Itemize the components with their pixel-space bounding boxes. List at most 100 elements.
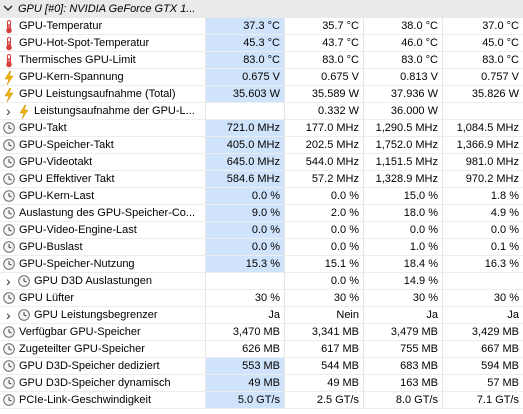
sensor-name-cell[interactable]: GPU-Takt	[0, 120, 206, 136]
clock-icon	[3, 190, 15, 202]
minimum-value-cell: 617 MB	[285, 341, 364, 357]
current-value-cell: 3,470 MB	[206, 324, 285, 340]
average-value-cell: 37.0 °C	[482, 20, 519, 32]
sensor-row[interactable]: GPU-Temperatur 37.3 °C 35.7 °C 38.0 °C 37.0 …	[0, 18, 523, 35]
sensor-row[interactable]: Auslastung des GPU-Speicher-Co... 9.0 % 2.…	[0, 205, 523, 222]
sensor-name-cell[interactable]: Auslastung des GPU-Speicher-Co...	[0, 205, 206, 221]
sensor-name: GPU Effektiver Takt	[19, 173, 115, 185]
sensor-row[interactable]: GPU-Video-Engine-Last 0.0 % 0.0 % 0.0 % 0.0 …	[0, 222, 523, 239]
sensor-name-cell[interactable]: GPU-Kern-Spannung	[0, 69, 206, 85]
sensor-name: GPU D3D-Speicher dynamisch	[19, 377, 171, 389]
chevron-right-icon[interactable]: ›	[6, 307, 11, 323]
chevron-right-icon[interactable]: ›	[6, 273, 11, 289]
sensor-row[interactable]: Verfügbar GPU-Speicher 3,470 MB 3,341 MB 3,…	[0, 324, 523, 341]
average-value-cell	[443, 103, 523, 119]
sensor-name: GPU Leistungsaufnahme (Total)	[19, 88, 176, 100]
maximum-value-cell: 683 MB	[364, 358, 443, 374]
sensor-name-cell[interactable]: › Leistungsaufnahme der GPU-L...	[0, 103, 206, 119]
current-value-cell: 721.0 MHz	[206, 120, 285, 136]
sensor-name-cell[interactable]: › GPU D3D Auslastungen	[0, 273, 206, 289]
current-value-cell: 49 MB	[206, 375, 285, 391]
sensor-name-cell[interactable]: GPU-Buslast	[0, 239, 206, 255]
sensor-row[interactable]: PCIe-Link-Geschwindigkeit 5.0 GT/s 2.5 GT/…	[0, 392, 523, 409]
minimum-value-cell: 57.2 MHz	[285, 171, 364, 187]
sensor-name-cell[interactable]: Verfügbar GPU-Speicher	[0, 324, 206, 340]
sensor-row[interactable]: GPU-Takt 721.0 MHz 177.0 MHz 1,290.5 MHz 1,0…	[0, 120, 523, 137]
sensor-row[interactable]: GPU-Videotakt 645.0 MHz 544.0 MHz 1,151.5 M…	[0, 154, 523, 171]
maximum-value-cell: 755 MB	[364, 341, 443, 357]
average-value-cell	[443, 0, 523, 18]
sensor-row[interactable]: › GPU Leistungsbegrenzer Ja Nein Ja Ja	[0, 307, 523, 324]
sensor-name-cell[interactable]: PCIe-Link-Geschwindigkeit	[0, 392, 206, 408]
maximum-value-cell: 0.813 V	[364, 69, 443, 85]
minimum-value-cell: 0.0 %	[285, 222, 364, 238]
sensor-row[interactable]: GPU D3D-Speicher dynamisch 49 MB 49 MB 163 …	[0, 375, 523, 392]
clock-icon	[3, 377, 15, 389]
sensor-name-cell[interactable]: GPU [#0]: NVIDIA GeForce GTX 1...	[0, 0, 206, 18]
sensor-row[interactable]: GPU-Speicher-Nutzung 15.3 % 15.1 % 18.4 % 16…	[0, 256, 523, 273]
sensor-name: GPU Lüfter	[19, 292, 75, 304]
clock-icon	[3, 122, 15, 134]
current-value-cell: 37.3 °C	[206, 18, 285, 34]
sensor-row[interactable]: › Leistungsaufnahme der GPU-L... 0.332 W 36…	[0, 103, 523, 120]
average-value-cell: 1,366.9 MHz	[456, 139, 519, 151]
sensor-name: PCIe-Link-Geschwindigkeit	[19, 394, 152, 406]
sensor-row[interactable]: GPU-Kern-Last 0.0 % 0.0 % 15.0 % 1.8 %	[0, 188, 523, 205]
sensor-row[interactable]: GPU D3D-Speicher dediziert 553 MB 544 MB 68…	[0, 358, 523, 375]
clock-icon	[3, 139, 15, 151]
average-value-cell: 667 MB	[481, 343, 519, 355]
maximum-value-cell: 1,328.9 MHz	[364, 171, 443, 187]
sensor-row[interactable]: GPU Leistungsaufnahme (Total) 35.603 W 35.…	[0, 86, 523, 103]
current-value-cell: 35.603 W	[206, 86, 285, 102]
minimum-value-cell: 43.7 °C	[285, 35, 364, 51]
sensor-row[interactable]: GPU Effektiver Takt 584.6 MHz 57.2 MHz 1,32…	[0, 171, 523, 188]
average-value-cell: 970.2 MHz	[465, 173, 519, 185]
sensor-name-cell[interactable]: GPU-Hot-Spot-Temperatur	[0, 35, 206, 51]
sensor-name-cell[interactable]: GPU-Speicher-Nutzung	[0, 256, 206, 272]
sensor-name: GPU-Kern-Spannung	[19, 71, 124, 83]
sensor-name: GPU Leistungsbegrenzer	[34, 309, 158, 321]
maximum-value-cell: 1,151.5 MHz	[364, 154, 443, 170]
sensor-name-cell[interactable]: GPU-Temperatur	[0, 18, 206, 34]
chevron-down-icon[interactable]	[2, 2, 14, 14]
sensor-row[interactable]: › GPU D3D Auslastungen 0.0 % 14.9 %	[0, 273, 523, 290]
sensor-name-cell[interactable]: GPU D3D-Speicher dynamisch	[0, 375, 206, 391]
minimum-value-cell: 544.0 MHz	[285, 154, 364, 170]
sensor-row[interactable]: Zugeteilter GPU-Speicher 626 MB 617 MB 755 …	[0, 341, 523, 358]
current-value-cell	[206, 103, 285, 119]
sensor-row[interactable]: GPU-Hot-Spot-Temperatur 45.3 °C 43.7 °C 46.…	[0, 35, 523, 52]
sensor-row[interactable]: GPU-Speicher-Takt 405.0 MHz 202.5 MHz 1,752…	[0, 137, 523, 154]
minimum-value-cell: 35.589 W	[285, 86, 364, 102]
current-value-cell: 9.0 %	[206, 205, 285, 221]
sensor-name-cell[interactable]: GPU Leistungsaufnahme (Total)	[0, 86, 206, 102]
maximum-value-cell: 36.000 W	[364, 103, 443, 119]
sensor-name-cell[interactable]: GPU-Videotakt	[0, 154, 206, 170]
average-value-cell: 594 MB	[481, 360, 519, 372]
minimum-value-cell: 544 MB	[285, 358, 364, 374]
clock-icon	[18, 275, 30, 287]
sensor-name: GPU-Video-Engine-Last	[19, 224, 137, 236]
sensor-name-cell[interactable]: Zugeteilter GPU-Speicher	[0, 341, 206, 357]
sensor-name-cell[interactable]: GPU-Kern-Last	[0, 188, 206, 204]
sensor-row[interactable]: GPU Lüfter 30 % 30 % 30 % 30 %	[0, 290, 523, 307]
current-value-cell: 83.0 °C	[206, 52, 285, 68]
clock-icon	[3, 292, 15, 304]
clock-icon	[3, 241, 15, 253]
sensor-row[interactable]: Thermisches GPU-Limit 83.0 °C 83.0 °C 83.0 …	[0, 52, 523, 69]
sensor-name-cell[interactable]: GPU Effektiver Takt	[0, 171, 206, 187]
sensor-name: Zugeteilter GPU-Speicher	[19, 343, 145, 355]
minimum-value-cell: 49 MB	[285, 375, 364, 391]
chevron-right-icon[interactable]: ›	[6, 103, 11, 119]
current-value-cell: 553 MB	[206, 358, 285, 374]
sensor-name-cell[interactable]: › GPU Leistungsbegrenzer	[0, 307, 206, 323]
sensor-name-cell[interactable]: GPU D3D-Speicher dediziert	[0, 358, 206, 374]
maximum-value-cell: 8.0 GT/s	[364, 392, 443, 408]
sensor-row[interactable]: GPU-Kern-Spannung 0.675 V 0.675 V 0.813 V 0.…	[0, 69, 523, 86]
sensor-group-header[interactable]: GPU [#0]: NVIDIA GeForce GTX 1...	[0, 0, 523, 18]
sensor-name-cell[interactable]: Thermisches GPU-Limit	[0, 52, 206, 68]
sensor-row[interactable]: GPU-Buslast 0.0 % 0.0 % 1.0 % 0.1 %	[0, 239, 523, 256]
sensor-name-cell[interactable]: GPU-Speicher-Takt	[0, 137, 206, 153]
sensor-name: Verfügbar GPU-Speicher	[19, 326, 141, 338]
sensor-name-cell[interactable]: GPU Lüfter	[0, 290, 206, 306]
sensor-name-cell[interactable]: GPU-Video-Engine-Last	[0, 222, 206, 238]
